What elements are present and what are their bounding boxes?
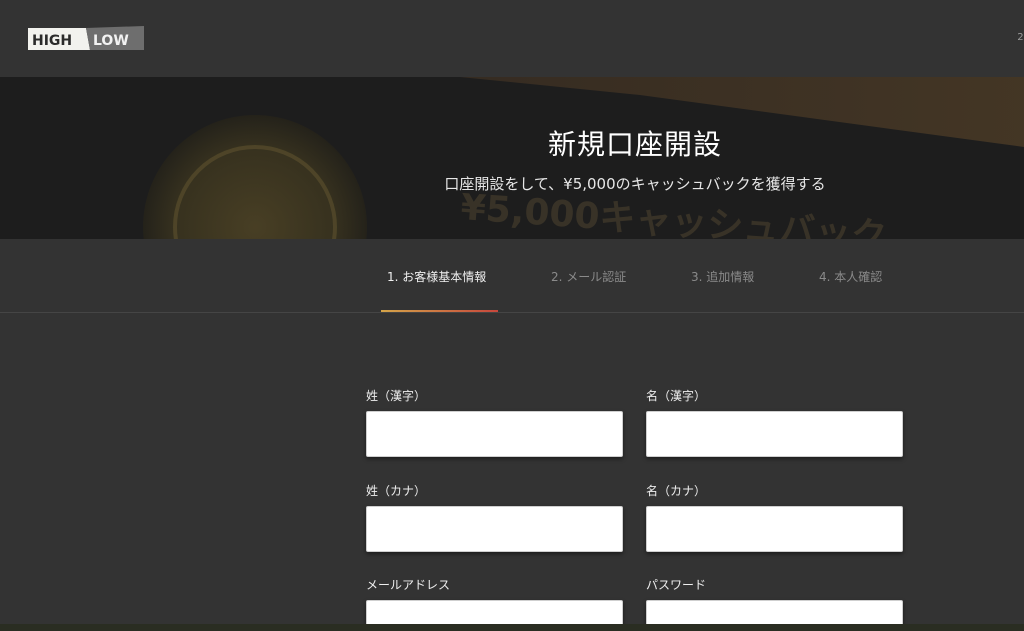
step-email-verification[interactable]: 2. メール認証 [551,268,626,285]
last-name-kanji-label: 姓（漢字） [366,389,427,403]
logo-high-text: HIGH [32,33,72,49]
highlow-logo[interactable]: HIGH LOW [28,26,144,52]
active-step-indicator [381,310,498,312]
email-label: メールアドレス [366,578,451,592]
footer-strip [0,624,1024,631]
step-additional-info[interactable]: 3. 追加情報 [691,268,754,285]
password-label: パスワード [646,578,707,592]
registration-steps: 1. お客様基本情報 2. メール認証 3. 追加情報 4. 本人確認 [0,239,1024,313]
step-customer-info[interactable]: 1. お客様基本情報 [387,268,486,285]
first-name-kanji-input[interactable] [646,411,903,457]
registration-form: 姓（漢字） 名（漢字） 姓（カナ） 名（カナ） メールアドレス パスワード [0,313,1024,631]
hero-banner: ¥5,000キャッシュバック 新規口座開設 口座開設をして、¥5,000のキャッ… [0,77,1024,239]
last-name-kana-input[interactable] [366,506,623,552]
step-identity-verification[interactable]: 4. 本人確認 [819,268,882,285]
page-subtitle: 口座開設をして、¥5,000のキャッシュバックを獲得する [444,175,826,193]
page: HIGH LOW 20 ¥5,000キャッシュバック [0,0,1024,631]
first-name-kanji-label: 名（漢字） [646,389,707,403]
last-name-kana-label: 姓（カナ） [366,484,427,498]
logo-low-text: LOW [93,33,129,49]
first-name-kana-label: 名（カナ） [646,484,707,498]
first-name-kana-input[interactable] [646,506,903,552]
page-title: 新規口座開設 [547,128,722,161]
site-header: HIGH LOW 20 [0,0,1024,77]
last-name-kanji-input[interactable] [366,411,623,457]
header-right-text: 20 [1017,32,1024,43]
